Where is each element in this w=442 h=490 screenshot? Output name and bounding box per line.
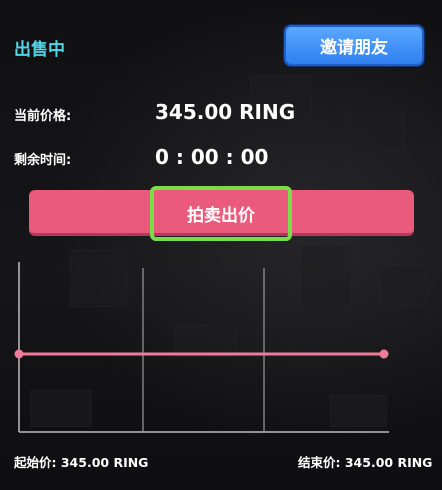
start-price-label: 起始价: 345.00 RING [14, 455, 149, 470]
end-price-label: 结束价: 345.00 RING [298, 455, 433, 470]
price-point [14, 349, 24, 359]
price-point [379, 349, 389, 359]
price-chart [14, 262, 389, 433]
auction-panel: 出售中 邀请朋友 当前价格: 345.00 RING 剩余时间: 0 : 00 … [0, 0, 442, 490]
